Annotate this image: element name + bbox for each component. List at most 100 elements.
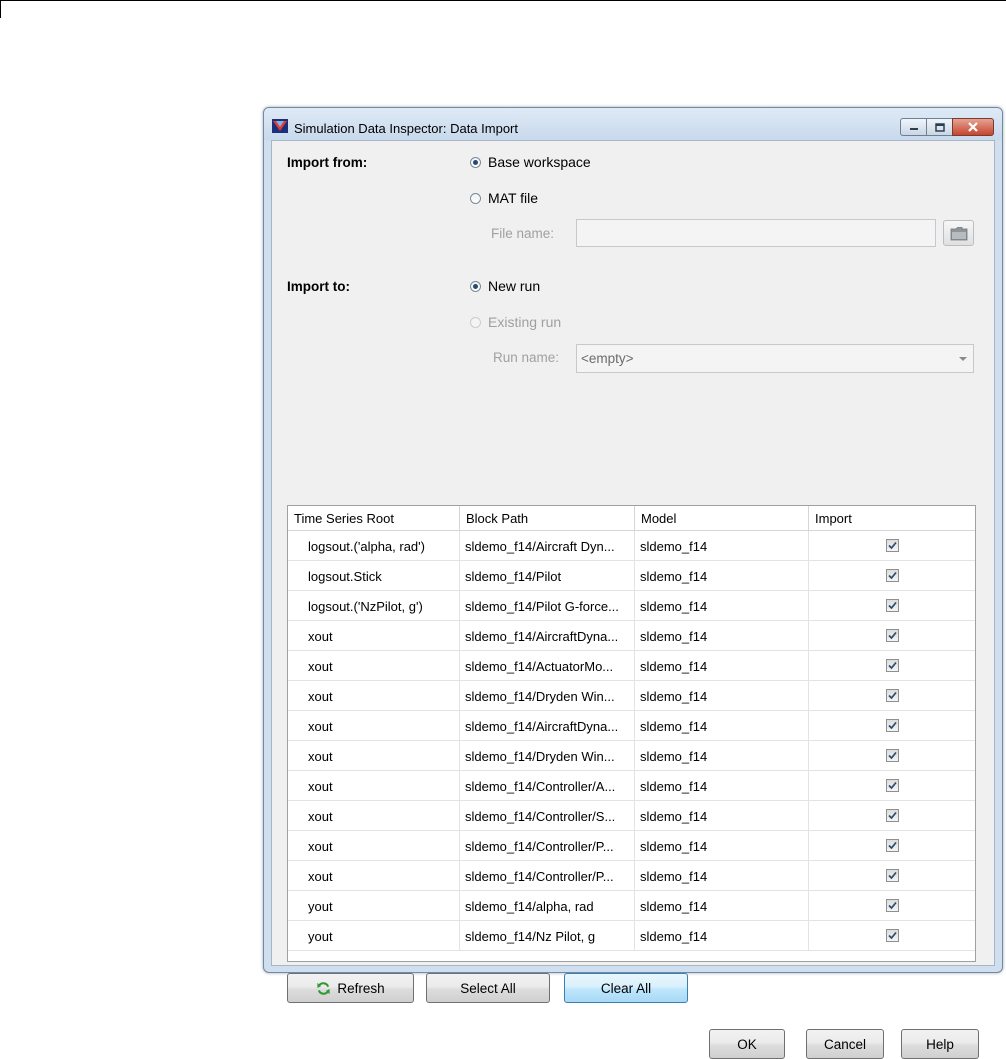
clear-all-button[interactable]: Clear All [564,973,688,1003]
window-title: Simulation Data Inspector: Data Import [294,121,518,136]
minimize-button[interactable] [900,118,926,136]
checkmark-icon [887,781,897,790]
close-button[interactable] [952,118,994,136]
ok-button[interactable]: OK [709,1029,785,1059]
page-left-rule [0,0,1,18]
cell-time-series-root: xout [288,741,460,770]
chevron-down-icon [959,357,967,361]
radio-new-run[interactable]: New run [470,278,540,294]
radio-button[interactable] [470,280,481,292]
refresh-label: Refresh [337,980,385,996]
import-checkbox[interactable] [885,809,899,822]
data-import-dialog: Simulation Data Inspector: Data Import I… [263,107,1003,1059]
table-row[interactable]: xout sldemo_f14/Controller/A... sldemo_f14 [288,771,975,801]
file-name-label: File name: [491,226,555,241]
cell-time-series-root: xout [288,771,460,800]
column-header-root[interactable]: Time Series Root [288,506,460,530]
import-checkbox[interactable] [885,899,899,912]
radio-mat-file[interactable]: MAT file [470,190,538,206]
import-checkbox[interactable] [885,659,899,672]
radio-button[interactable] [470,156,481,168]
import-checkbox[interactable] [885,569,899,582]
run-name-dropdown[interactable]: <empty> [576,344,974,373]
title-bar[interactable]: Simulation Data Inspector: Data Import [264,108,1002,140]
import-checkbox[interactable] [885,749,899,762]
cell-block-path: sldemo_f14/Controller/P... [460,831,635,860]
radio-label: New run [488,278,541,294]
select-all-button[interactable]: Select All [426,973,550,1003]
import-checkbox[interactable] [885,719,899,732]
column-header-import[interactable]: Import [809,506,975,530]
table-row[interactable]: yout sldemo_f14/Nz Pilot, g sldemo_f14 [288,921,975,951]
checkmark-icon [887,631,897,640]
cell-import [809,711,975,740]
table-row[interactable]: logsout.('alpha, rad') sldemo_f14/Aircraf… [288,531,975,561]
close-icon [968,122,978,132]
cell-time-series-root: xout [288,681,460,710]
cell-import [809,561,975,590]
checkmark-icon [887,841,897,850]
radio-button[interactable] [470,316,481,328]
table-row[interactable]: logsout.('NzPilot, g') sldemo_f14/Pilot G… [288,591,975,621]
import-checkbox[interactable] [885,629,899,642]
table-row[interactable]: xout sldemo_f14/AircraftDyna... sldemo_f14 [288,711,975,741]
cell-block-path: sldemo_f14/Nz Pilot, g [460,921,635,950]
import-to-label: Import to: [287,279,350,294]
cell-model: sldemo_f14 [635,801,809,830]
import-checkbox[interactable] [885,839,899,852]
cancel-button[interactable]: Cancel [806,1029,884,1059]
table-row[interactable]: xout sldemo_f14/Dryden Win... sldemo_f14 [288,681,975,711]
column-header-model[interactable]: Model [635,506,809,530]
radio-button[interactable] [470,192,481,204]
cell-block-path: sldemo_f14/AircraftDyna... [460,711,635,740]
import-checkbox[interactable] [885,539,899,552]
checkmark-icon [887,751,897,760]
cell-import [809,801,975,830]
cell-model: sldemo_f14 [635,531,809,560]
column-header-block-path[interactable]: Block Path [460,506,635,530]
import-checkbox[interactable] [885,779,899,792]
file-name-field[interactable] [576,219,936,247]
refresh-button[interactable]: Refresh [287,973,414,1003]
cell-time-series-root: yout [288,891,460,920]
table-row[interactable]: xout sldemo_f14/Dryden Win... sldemo_f14 [288,741,975,771]
import-checkbox[interactable] [885,599,899,612]
cell-time-series-root: xout [288,801,460,830]
cell-import [809,621,975,650]
cell-model: sldemo_f14 [635,921,809,950]
cell-model: sldemo_f14 [635,681,809,710]
cell-import [809,831,975,860]
table-row[interactable]: xout sldemo_f14/AircraftDyna... sldemo_f14 [288,621,975,651]
maximize-button[interactable] [926,118,952,136]
table-row[interactable]: xout sldemo_f14/ActuatorMo... sldemo_f14 [288,651,975,681]
cell-block-path: sldemo_f14/Dryden Win... [460,741,635,770]
radio-label: Existing run [488,314,562,330]
browse-file-button[interactable] [943,220,974,246]
cell-block-path: sldemo_f14/Controller/A... [460,771,635,800]
table-row[interactable]: xout sldemo_f14/Controller/P... sldemo_f14 [288,861,975,891]
cell-model: sldemo_f14 [635,891,809,920]
cell-import [809,651,975,680]
table-row[interactable]: logsout.Stick sldemo_f14/Pilot sldemo_f14 [288,561,975,591]
table-row[interactable]: yout sldemo_f14/alpha, rad sldemo_f14 [288,891,975,921]
help-button[interactable]: Help [901,1029,979,1059]
checkmark-icon [887,811,897,820]
cell-time-series-root: xout [288,651,460,680]
cell-import [809,741,975,770]
cell-time-series-root: xout [288,621,460,650]
table-header: Time Series Root Block Path Model Import [288,506,975,531]
cell-time-series-root: xout [288,861,460,890]
cell-import [809,771,975,800]
radio-label: Base workspace [488,154,591,170]
cell-import [809,921,975,950]
import-checkbox[interactable] [885,929,899,942]
import-checkbox[interactable] [885,869,899,882]
import-checkbox[interactable] [885,689,899,702]
cell-time-series-root: logsout.Stick [288,561,460,590]
table-row[interactable]: xout sldemo_f14/Controller/S... sldemo_f14 [288,801,975,831]
table-row[interactable]: xout sldemo_f14/Controller/P... sldemo_f14 [288,831,975,861]
radio-base-workspace[interactable]: Base workspace [470,154,591,170]
cell-model: sldemo_f14 [635,771,809,800]
radio-existing-run[interactable]: Existing run [470,314,561,330]
radio-label: MAT file [488,190,539,206]
